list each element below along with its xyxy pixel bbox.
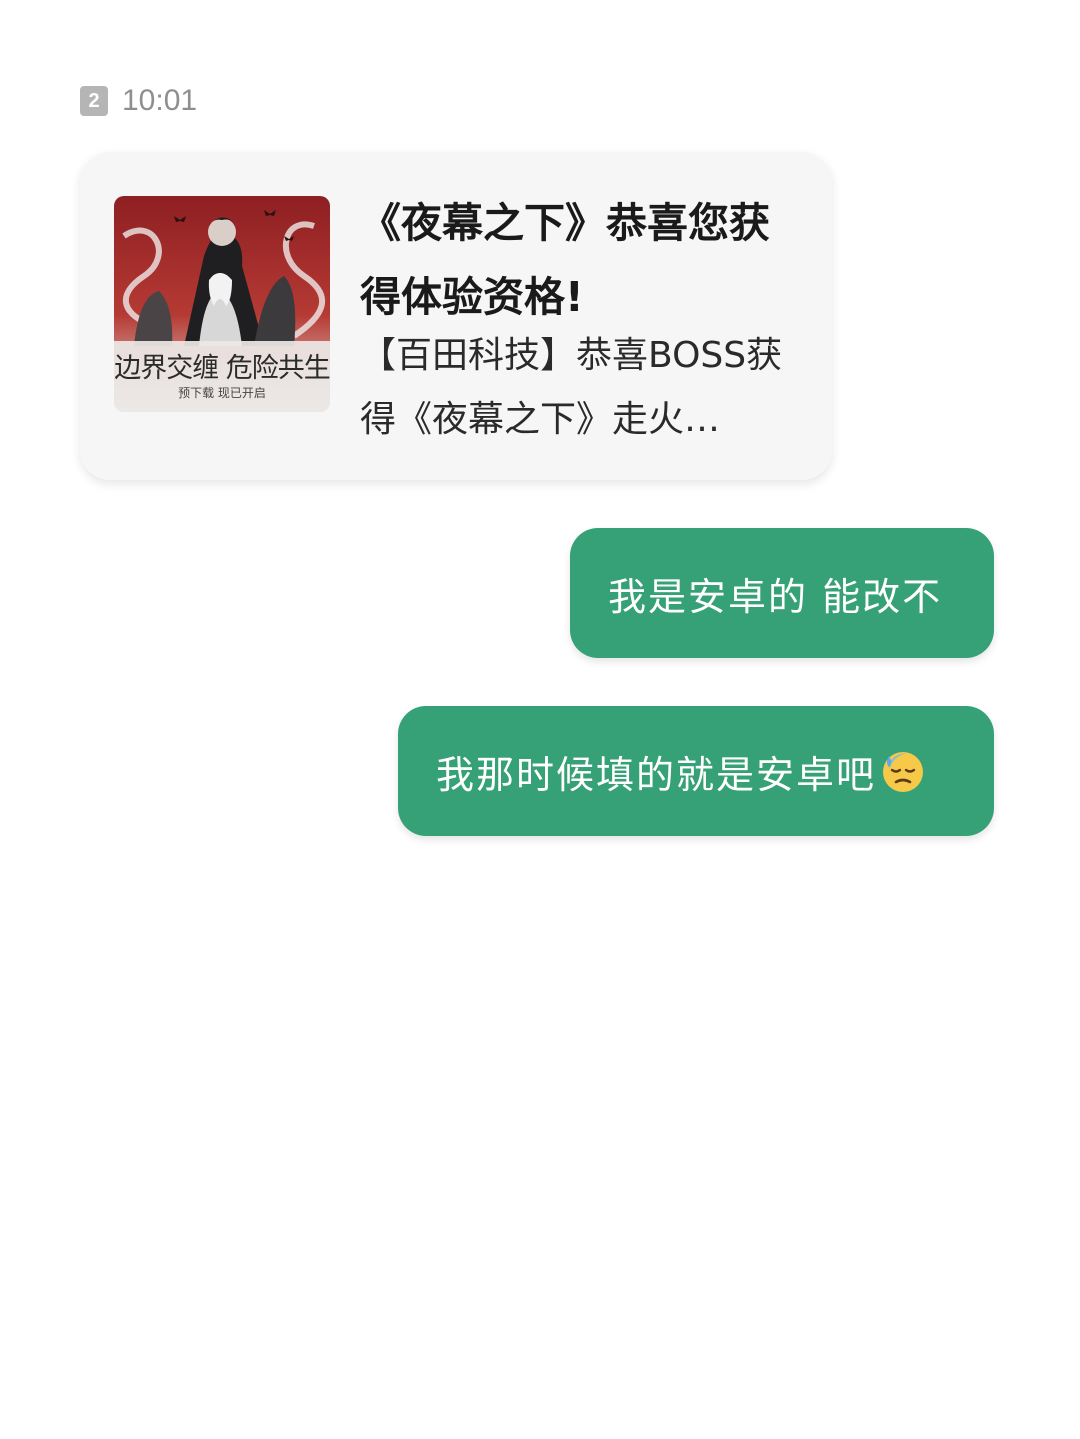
message-timestamp-row: 2 10:01	[80, 82, 197, 120]
downcast-face-with-sweat-icon	[883, 752, 924, 792]
rich-message-card[interactable]: 边界交缠 危险共生 预下载 现已开启 《夜幕之下》恭喜您获得体验资格! 【百田科…	[80, 152, 832, 480]
sim-2-icon: 2	[80, 86, 108, 116]
message-time: 10:01	[122, 84, 198, 117]
card-thumbnail-image: 边界交缠 危险共生 预下载 现已开启	[114, 196, 330, 412]
thumbnail-caption: 边界交缠 危险共生	[114, 353, 330, 384]
outgoing-message-bubble[interactable]: 我那时候填的就是安卓吧	[398, 706, 994, 836]
message-text: 我那时候填的就是安卓吧	[436, 752, 877, 797]
card-description: 【百田科技】恭喜BOSS获得《夜幕之下》走火…	[360, 335, 783, 440]
outgoing-message-bubble[interactable]: 我是安卓的 能改不	[570, 528, 994, 658]
card-title: 《夜幕之下》恭喜您获得体验资格!	[360, 199, 770, 321]
thumbnail-subcaption: 预下载 现已开启	[178, 386, 266, 400]
message-text: 我是安卓的 能改不	[608, 574, 943, 619]
